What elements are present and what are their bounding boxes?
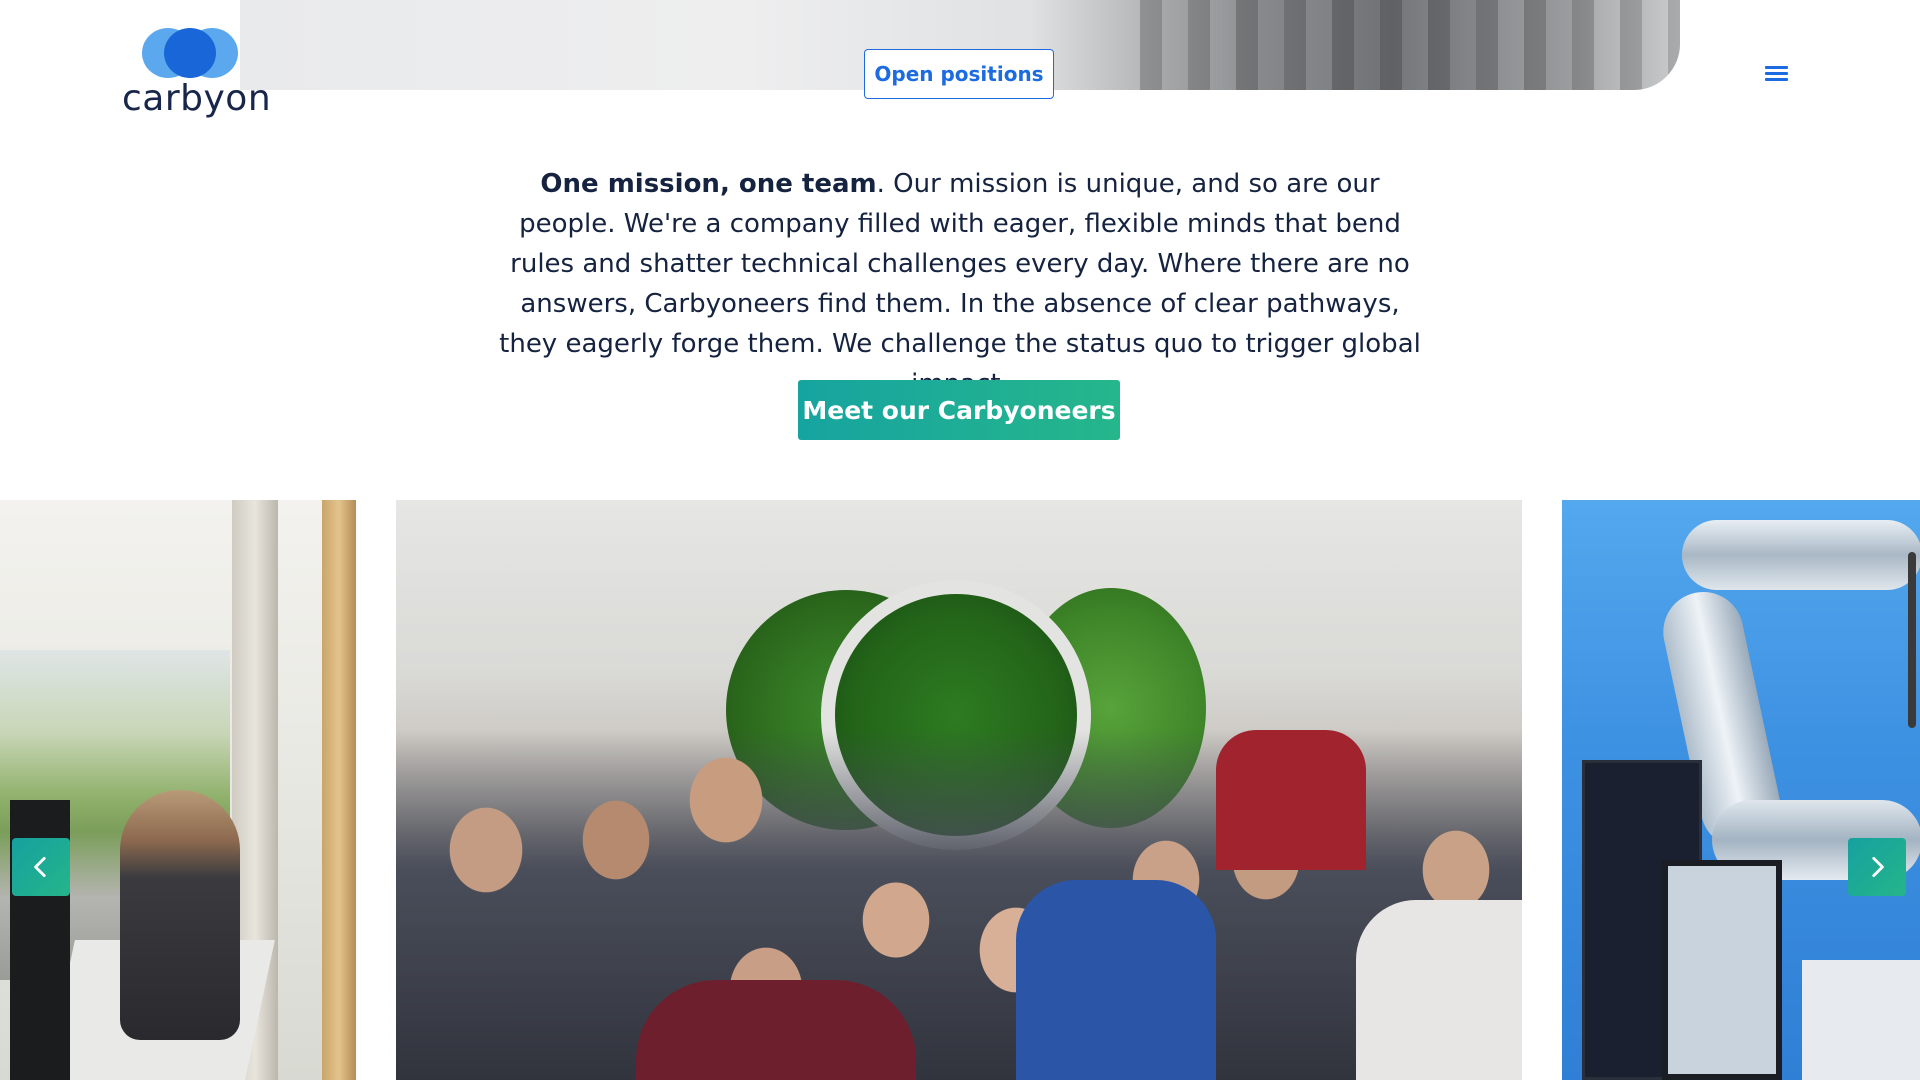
- mission-intro-text: One mission, one team. Our mission is un…: [490, 164, 1430, 404]
- mission-body: . Our mission is unique, and so are our …: [499, 169, 1421, 399]
- hamburger-icon[interactable]: [1762, 62, 1792, 86]
- photo-carousel: [0, 500, 1920, 1080]
- carousel-prev-button[interactable]: [12, 838, 70, 896]
- carousel-slide-office-window: [0, 500, 356, 1080]
- page-scrollbar[interactable]: [1908, 552, 1916, 728]
- carousel-slide-lab-pipes: [1562, 500, 1920, 1080]
- chevron-left-icon: [34, 856, 46, 878]
- careers-page: carbyon Open positions One mission, one …: [0, 0, 1920, 1080]
- hero-figures: [1140, 0, 1680, 90]
- carousel-slide-team-meeting: [396, 500, 1522, 1080]
- mission-lead: One mission, one team: [540, 169, 877, 199]
- logo-mark-icon: [142, 26, 242, 80]
- meet-carbyoneers-button[interactable]: Meet our Carbyoneers: [798, 380, 1120, 440]
- logo-wordmark: carbyon: [122, 78, 272, 119]
- chevron-right-icon: [1872, 856, 1884, 878]
- carbyon-logo[interactable]: carbyon: [122, 26, 271, 122]
- open-positions-button[interactable]: Open positions: [864, 49, 1054, 99]
- carousel-next-button[interactable]: [1848, 838, 1906, 896]
